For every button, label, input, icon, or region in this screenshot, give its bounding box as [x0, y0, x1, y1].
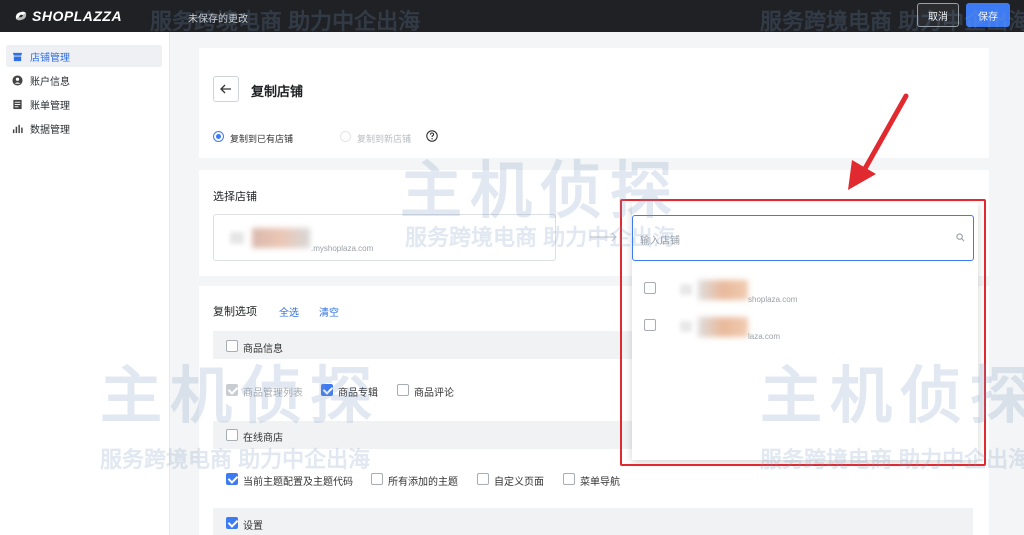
- annotation-arrow: [848, 93, 909, 190]
- watermark-slogan: 服务跨境电商 助力中企出海: [760, 9, 1024, 34]
- checkbox-label: 商品评论: [414, 388, 454, 399]
- select-all-link[interactable]: 全选: [279, 304, 299, 319]
- sidebar-item-billing[interactable]: 账单管理: [6, 93, 162, 115]
- sidebar-item-label: 数据管理: [30, 124, 70, 136]
- watermark-brand: 主机侦探: [760, 362, 1024, 431]
- checkbox-current-theme[interactable]: [226, 473, 238, 485]
- logo-text: SHOPLAZZA: [32, 8, 123, 24]
- checkbox-all-themes[interactable]: [371, 473, 383, 485]
- bill-icon: [13, 99, 22, 109]
- checkbox-label: 菜单导航: [580, 477, 620, 488]
- radio-copy-existing[interactable]: [213, 131, 224, 142]
- watermark-slogan: 服务跨境电商 助力中企出海: [405, 225, 676, 250]
- page-title: 复制店铺: [251, 84, 304, 99]
- arrow-left-icon: [220, 84, 231, 94]
- back-button[interactable]: [213, 76, 239, 102]
- checkbox-label: 所有添加的主题: [388, 477, 458, 488]
- watermark-slogan: 服务跨境电商 助力中企出海: [150, 9, 421, 34]
- store-icon: [12, 52, 23, 61]
- watermark-slogan: 服务跨境电商 助力中企出海: [760, 447, 1024, 472]
- sidebar-item-account[interactable]: 账户信息: [6, 69, 162, 91]
- watermark-brand: 主机侦探: [400, 157, 681, 226]
- radio-copy-new[interactable]: [340, 131, 351, 142]
- sidebar-item-data[interactable]: 数据管理: [6, 117, 162, 139]
- checkbox-label: 当前主题配置及主题代码: [243, 477, 353, 488]
- clear-link[interactable]: 清空: [319, 304, 339, 319]
- user-icon: [12, 74, 23, 86]
- watermark-slogan: 服务跨境电商 助力中企出海: [100, 447, 371, 472]
- store-name-blurred: [252, 228, 310, 248]
- checkbox-settings[interactable]: [226, 517, 238, 529]
- shoplazza-logo: SHOPLAZZA: [14, 8, 122, 24]
- watermark-brand: 主机侦探: [100, 362, 381, 431]
- chart-icon: [12, 124, 23, 133]
- checkbox-custom-pages[interactable]: [477, 473, 489, 485]
- checkbox-label: 自定义页面: [494, 477, 544, 488]
- checkbox-label: 设置: [243, 521, 263, 532]
- radio-copy-existing-label: 复制到已有店铺: [230, 134, 294, 144]
- copy-options-title: 复制选项: [213, 306, 257, 318]
- group-settings: [213, 508, 973, 535]
- shoplazza-logo-icon: [15, 11, 27, 21]
- sidebar-item-label: 账户信息: [30, 76, 70, 88]
- sidebar-item-label: 店铺管理: [30, 52, 70, 64]
- sidebar-item-store[interactable]: 店铺管理: [6, 45, 162, 67]
- store-favicon-blurred: [230, 232, 244, 244]
- selected-store-domain: .myshoplaza.com: [311, 244, 374, 253]
- checkbox-menu-nav[interactable]: [563, 473, 575, 485]
- checkbox-product-reviews[interactable]: [397, 384, 409, 396]
- select-store-title: 选择店铺: [213, 191, 257, 203]
- sidebar-item-label: 账单管理: [30, 100, 70, 112]
